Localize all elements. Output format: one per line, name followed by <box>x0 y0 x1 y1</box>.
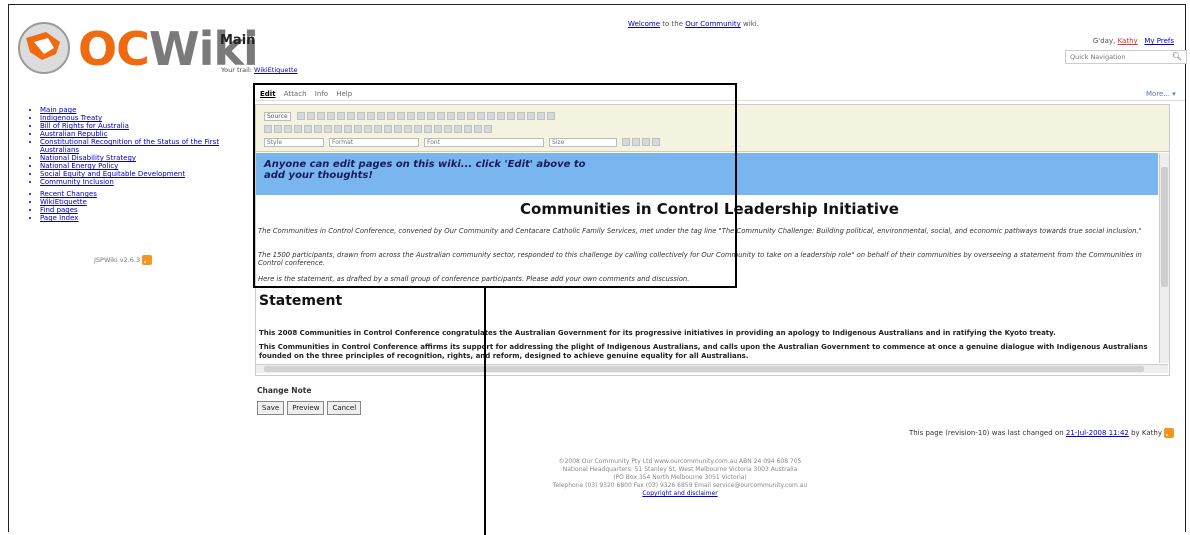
search-icon[interactable]: 🔍︎ <box>1172 52 1182 61</box>
sidebar-item-label[interactable]: Indigenous Treaty <box>40 114 102 122</box>
sidebar-item-label[interactable]: Bill of Rights for Australia <box>40 122 129 130</box>
sidebar-item-3[interactable]: Australian Republic <box>40 130 240 138</box>
globe-logo-icon <box>18 22 70 74</box>
breadcrumb: Your trail: WikiEtiquette <box>221 66 298 74</box>
sidebar-item-label[interactable]: National Disability Strategy <box>40 154 136 162</box>
sidebar-item-2[interactable]: Bill of Rights for Australia <box>40 122 240 130</box>
footer-line-3: (PO Box 354 North Melbourne 3051 Victori… <box>613 474 747 481</box>
greeting-text: G'day, <box>1092 37 1118 45</box>
last-changed-author: by Kathy <box>1128 429 1162 437</box>
footer-line-2: National Headquarters: 51 Stanley St, We… <box>562 466 798 473</box>
user-greeting: G'day, Kathy My Prefs <box>1093 37 1174 45</box>
sidebar-tool-label[interactable]: Recent Changes <box>40 190 97 198</box>
vertical-scrollbar[interactable] <box>1159 153 1169 363</box>
cancel-button[interactable]: Cancel <box>327 401 362 415</box>
sidebar-item-label[interactable]: National Energy Policy <box>40 162 118 170</box>
sidebar-tool-3[interactable]: Page Index <box>40 214 240 222</box>
sidebar-item-0[interactable]: Main page <box>40 106 240 114</box>
preview-button[interactable]: Preview <box>287 401 325 415</box>
page-footer: ©2008 Our Community Pty Ltd www.ourcommu… <box>450 458 910 498</box>
last-changed-text: This page (revision-10) was last changed… <box>908 429 1066 437</box>
sidebar-item-6[interactable]: National Energy Policy <box>40 162 240 170</box>
sidebar-item-4[interactable]: Constitutional Recognition of the Status… <box>40 138 240 154</box>
statement-paragraph-2: This Communities in Control Conference a… <box>259 343 1148 360</box>
copyright-link[interactable]: Copyright and disclaimer <box>450 490 910 498</box>
vertical-scroll-thumb[interactable] <box>1161 167 1168 287</box>
sidebar-tool-label[interactable]: Find pages <box>40 206 78 214</box>
welcome-message: Welcome to the Our Community wiki. <box>628 20 759 28</box>
user-link[interactable]: Kathy <box>1118 37 1138 45</box>
ocwiki-logo[interactable]: OCWiki <box>16 20 259 76</box>
callout-line <box>484 288 486 535</box>
sidebar-item-label[interactable]: Main page <box>40 106 76 114</box>
sidebar-tool-label[interactable]: WikiEtiquette <box>40 198 87 206</box>
footer-line-1: ©2008 Our Community Pty Ltd www.ourcommu… <box>558 458 802 465</box>
sidebar-tool-0[interactable]: Recent Changes <box>40 190 240 198</box>
sidebar-item-1[interactable]: Indigenous Treaty <box>40 114 240 122</box>
statement-heading: Statement <box>259 293 343 309</box>
highlight-box <box>253 83 737 288</box>
form-buttons: Save Preview Cancel <box>257 401 362 415</box>
last-changed-info: This page (revision-10) was last changed… <box>909 428 1174 438</box>
sidebar: Main pageIndigenous TreatyBill of Rights… <box>30 106 240 222</box>
version-text: JSPWiki v2.6.3 <box>94 256 141 264</box>
sidebar-tool-2[interactable]: Find pages <box>40 206 240 214</box>
change-note-label: Change Note <box>257 386 312 395</box>
page-rss-icon[interactable] <box>1164 428 1174 438</box>
sidebar-item-label[interactable]: Australian Republic <box>40 130 108 138</box>
more-menu[interactable]: More... ▾ <box>1146 90 1176 98</box>
welcome-suffix: wiki. <box>740 20 759 28</box>
statement-paragraph-1: This 2008 Communities in Control Confere… <box>259 329 1056 337</box>
sidebar-tool-label[interactable]: Page Index <box>40 214 78 222</box>
logo-oc-text: OC <box>78 22 150 76</box>
quick-nav-placeholder: Quick Navigation <box>1070 53 1126 61</box>
horizontal-scrollbar[interactable] <box>256 364 1168 373</box>
my-prefs-link[interactable]: My Prefs <box>1144 37 1174 45</box>
sidebar-item-5[interactable]: National Disability Strategy <box>40 154 240 162</box>
version-label: JSPWiki v2.6.3 <box>94 255 153 265</box>
sidebar-item-7[interactable]: Social Equity and Equitable Development <box>40 170 240 178</box>
welcome-text: to the <box>660 20 686 28</box>
horizontal-scroll-thumb[interactable] <box>264 366 1144 372</box>
sidebar-tools-list: Recent ChangesWikiEtiquetteFind pagesPag… <box>30 190 240 222</box>
sidebar-tool-1[interactable]: WikiEtiquette <box>40 198 240 206</box>
our-community-link[interactable]: Our Community <box>685 20 741 28</box>
welcome-link[interactable]: Welcome <box>628 20 660 28</box>
trail-link[interactable]: WikiEtiquette <box>254 66 297 74</box>
sidebar-item-label[interactable]: Constitutional Recognition of the Status… <box>40 138 219 154</box>
last-changed-date-link[interactable]: 21-Jul-2008 11:42 <box>1066 429 1129 437</box>
sidebar-item-label[interactable]: Social Equity and Equitable Development <box>40 170 185 178</box>
rss-icon[interactable] <box>142 255 153 265</box>
footer-line-4: Telephone (03) 9320 6800 Fax (03) 9326 6… <box>552 482 808 489</box>
page-title: Main <box>220 33 256 48</box>
trail-label: Your trail: <box>221 66 252 74</box>
sidebar-nav-list: Main pageIndigenous TreatyBill of Rights… <box>30 106 240 186</box>
sidebar-item-8[interactable]: Community Inclusion <box>40 178 240 186</box>
save-button[interactable]: Save <box>257 401 285 415</box>
quick-navigation-input[interactable]: Quick Navigation 🔍︎ <box>1065 50 1187 64</box>
sidebar-item-label[interactable]: Community Inclusion <box>40 178 114 186</box>
